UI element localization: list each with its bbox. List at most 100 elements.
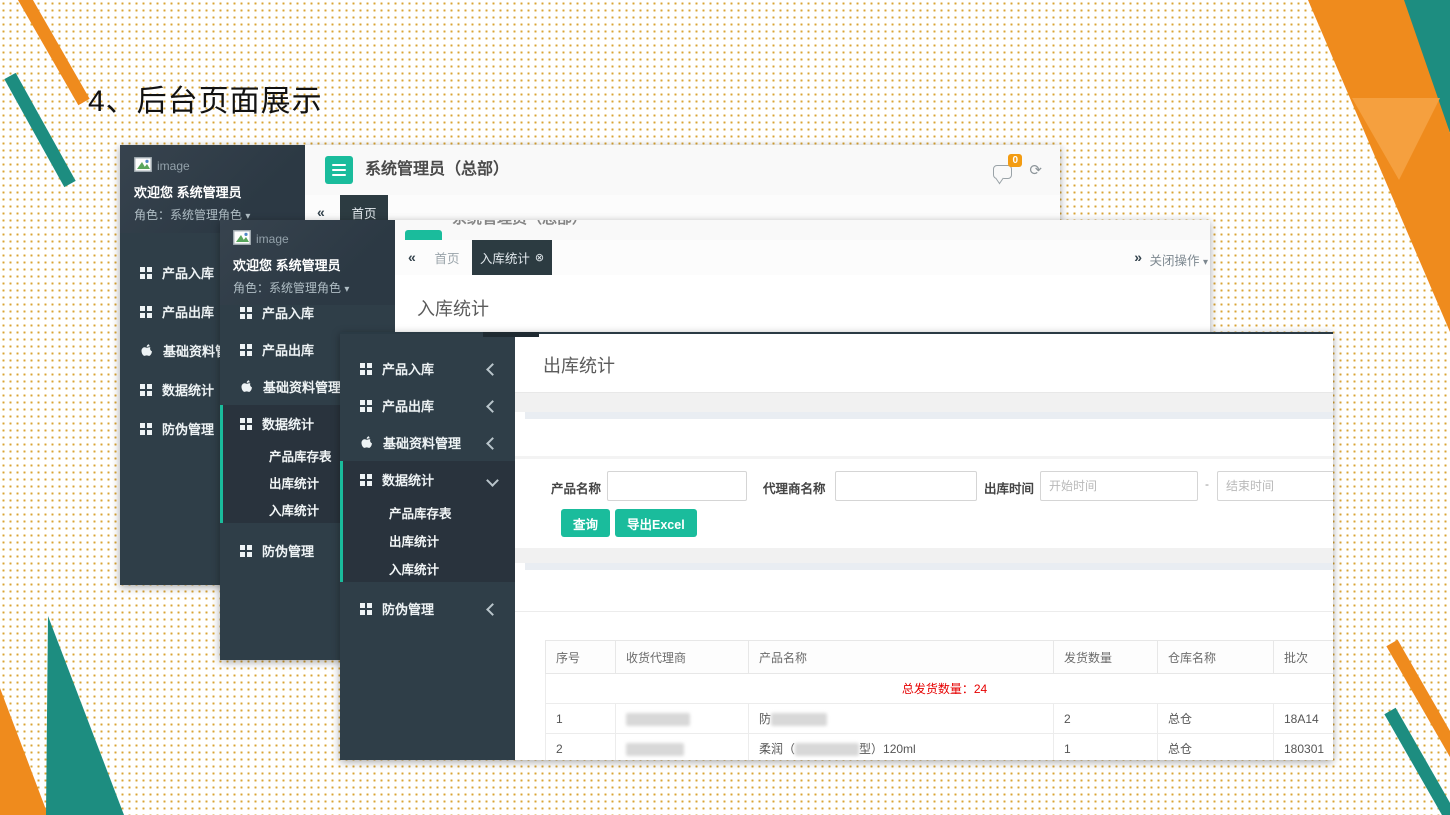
col-header-qty: 发货数量	[1054, 641, 1158, 674]
grid-icon	[240, 545, 252, 557]
topbar: 系统管理员（总部） 0 ⟳ 刷新	[305, 145, 1060, 196]
sidebar-item-anti-fake[interactable]: 防伪管理	[340, 590, 515, 627]
tab-bar: « 首页 入库统计 ⊗ » 关闭操作 ▾	[395, 240, 1210, 277]
results-table: 序号 收货代理商 产品名称 发货数量 仓库名称 批次 总发货数量：24	[545, 640, 1333, 760]
caret-down-icon: ▾	[1203, 257, 1208, 268]
cell-product: 柔润（型）120ml	[749, 734, 1054, 761]
welcome-text: 欢迎您 系统管理员	[134, 182, 291, 201]
summary-row: 总发货数量：24	[546, 674, 1334, 704]
grid-icon	[360, 400, 372, 412]
sidebar-toggle-button-clipped[interactable]	[405, 230, 442, 240]
tabs-collapse-icon[interactable]: «	[408, 240, 416, 275]
grid-icon	[240, 307, 252, 319]
submenu-item-in-stats[interactable]: 入库统计	[343, 554, 515, 582]
triangle-bottom-left-teal	[46, 616, 124, 815]
page-title-block: 出库统计	[515, 334, 1333, 393]
broken-image-label: image	[157, 159, 190, 173]
screenshot-out-stock-stats: 产品入库 产品出库 基础资料管理 数据统计	[340, 332, 1333, 760]
cell-index: 2	[546, 734, 616, 761]
chevron-left-icon	[486, 363, 499, 376]
cell-batch: 180301	[1274, 734, 1334, 761]
sidebar-item-product-in[interactable]: 产品入库	[340, 350, 515, 387]
search-button[interactable]: 查询	[561, 509, 610, 537]
sidebar: 产品入库 产品出库 基础资料管理 数据统计	[340, 332, 515, 760]
sidebar-item-data-stats[interactable]: 数据统计	[343, 461, 515, 498]
triangle-top-right-orange-light	[1352, 98, 1440, 180]
table-header-row: 序号 收货代理商 产品名称 发货数量 仓库名称 批次	[546, 641, 1334, 674]
tabs-expand-icon[interactable]: »	[1134, 240, 1142, 275]
chevron-left-icon	[486, 437, 499, 450]
tab-home[interactable]: 首页	[424, 240, 470, 275]
page-content: 出库统计 产品名称 代理商名称 出库时间 - 查询 导出Excel	[515, 334, 1333, 760]
grid-icon	[360, 363, 372, 375]
out-time-label: 出库时间	[984, 478, 1034, 497]
sidebar-menu: 产品入库 产品出库 基础资料管理 数据统计	[340, 350, 515, 627]
broken-image-icon	[233, 230, 251, 248]
end-time-input[interactable]	[1217, 471, 1333, 501]
grid-icon	[240, 418, 252, 430]
sidebar-user-panel: image 欢迎您 系统管理员 角色：系统管理角色 ▾	[220, 220, 395, 305]
topbar-title-clipped: 系统管理员（总部）	[452, 220, 587, 228]
grid-icon	[140, 384, 152, 396]
product-name-input[interactable]	[607, 471, 747, 501]
results-table-wrapper: 序号 收货代理商 产品名称 发货数量 仓库名称 批次 总发货数量：24	[545, 640, 1333, 760]
cell-agent	[616, 734, 749, 761]
refresh-icon[interactable]: ⟳	[1029, 161, 1042, 179]
background-band	[515, 548, 1333, 563]
topbar-clipped: 系统管理员（总部）	[395, 220, 1210, 241]
redacted-text	[795, 743, 859, 756]
table-row: 1 防 2 总仓 18A14	[546, 704, 1334, 734]
date-range-dash: -	[1205, 477, 1209, 491]
chevron-left-icon	[486, 400, 499, 413]
apple-icon	[240, 380, 253, 394]
band-top-right-orange	[1308, 0, 1450, 332]
topbar-title: 系统管理员（总部）	[365, 145, 509, 195]
messages-badge: 0	[1008, 154, 1022, 167]
submenu-item-out-stats[interactable]: 出库统计	[343, 526, 515, 554]
grid-icon	[360, 474, 372, 486]
cell-warehouse: 总仓	[1158, 734, 1274, 761]
sidebar-item-base-data[interactable]: 基础资料管理	[340, 424, 515, 461]
start-time-input[interactable]	[1040, 471, 1198, 501]
cell-index: 1	[546, 704, 616, 734]
cell-product: 防	[749, 704, 1054, 734]
sidebar-item-product-out[interactable]: 产品出库	[340, 387, 515, 424]
apple-icon	[140, 344, 153, 358]
grid-icon	[140, 423, 152, 435]
col-header-warehouse: 仓库名称	[1158, 641, 1274, 674]
grid-icon	[140, 306, 152, 318]
export-excel-button[interactable]: 导出Excel	[615, 509, 697, 537]
sidebar-item-product-in[interactable]: 产品入库	[220, 294, 395, 331]
tab-in-stock-stats[interactable]: 入库统计 ⊗	[472, 240, 552, 275]
total-shipped-label: 总发货数量：24	[546, 674, 1334, 704]
col-header-product: 产品名称	[749, 641, 1054, 674]
col-header-index: 序号	[546, 641, 616, 674]
tab-close-icon[interactable]: ⊗	[535, 251, 544, 264]
close-operations-dropdown[interactable]: 关闭操作 ▾	[1149, 250, 1208, 269]
top-border-tab-remnant	[483, 332, 539, 337]
apple-icon	[360, 436, 373, 450]
page-title: 出库统计	[543, 352, 615, 378]
broken-image-label: image	[256, 232, 289, 246]
table-row: 2 柔润（型）120ml 1 总仓 180301	[546, 734, 1334, 761]
redacted-text	[771, 713, 827, 726]
sidebar-toggle-button[interactable]	[325, 156, 353, 184]
stripe-top-left-teal	[10, 76, 70, 184]
slide-title: 4、后台页面展示	[88, 76, 323, 120]
grid-icon	[240, 344, 252, 356]
messages-icon[interactable]	[993, 165, 1012, 179]
triangle-bottom-left-orange	[0, 688, 48, 815]
cell-agent	[616, 704, 749, 734]
divider	[515, 456, 1333, 459]
divider	[515, 611, 1333, 612]
cell-batch: 18A14	[1274, 704, 1334, 734]
agent-name-input[interactable]	[835, 471, 977, 501]
slide: 4、后台页面展示 image 欢迎您 系统管理员 角色：系统管理角色 ▾ 产品入…	[0, 0, 1450, 815]
product-name-label: 产品名称	[551, 478, 601, 497]
panel-top-strip	[525, 412, 1333, 419]
chevron-left-icon	[486, 603, 499, 616]
page-title: 入库统计	[417, 295, 489, 321]
submenu-item-stock-table[interactable]: 产品库存表	[343, 498, 515, 526]
sidebar-group-data-stats: 数据统计 产品库存表 出库统计 入库统计	[340, 461, 515, 582]
grid-icon	[360, 603, 372, 615]
